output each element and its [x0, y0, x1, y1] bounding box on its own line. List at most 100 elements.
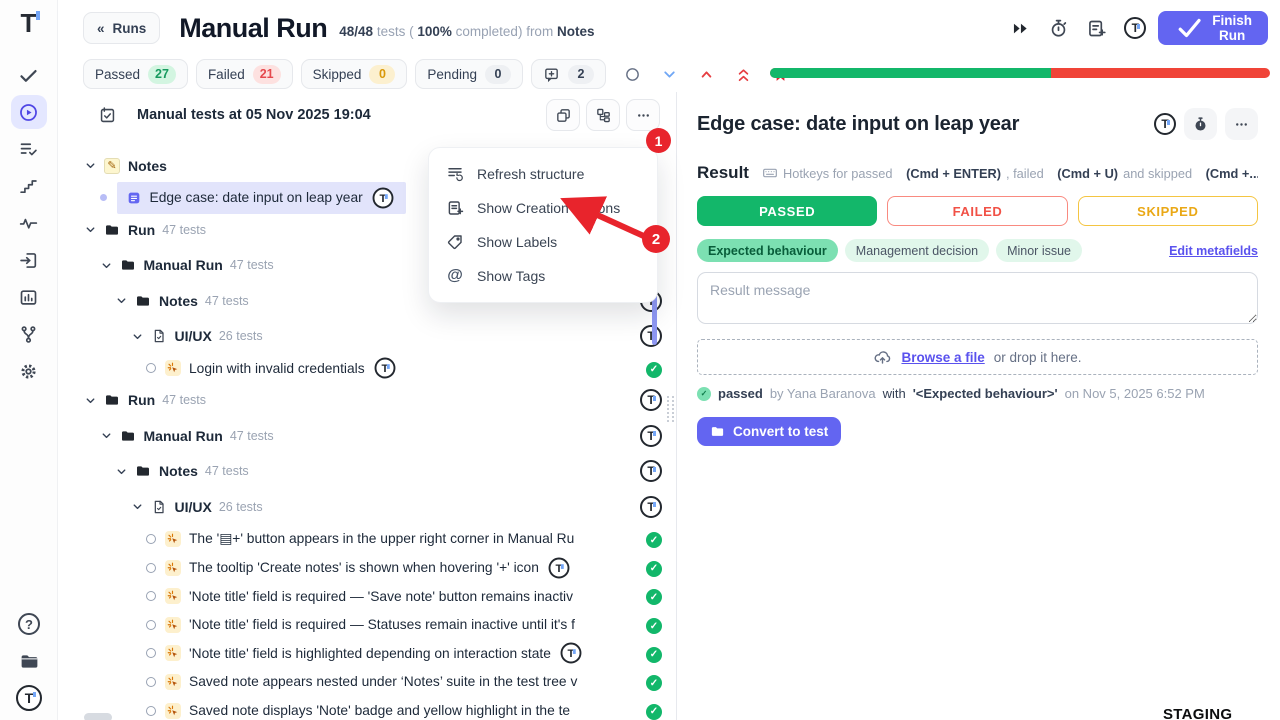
- tree-horizontal-scrollbar[interactable]: [84, 713, 112, 720]
- status-ring-icon[interactable]: [146, 591, 156, 601]
- hotkeys-hint: Hotkeys for passed (Cmd + ENTER) , faile…: [762, 165, 1258, 181]
- sidebar-item-profile-tlogo[interactable]: T: [11, 681, 47, 715]
- assignee-tlogo-icon[interactable]: T: [640, 325, 662, 347]
- sidebar-item-report[interactable]: [11, 280, 47, 314]
- mark-skipped-button[interactable]: SKIPPED: [1078, 196, 1258, 226]
- status-ring-icon[interactable]: [146, 620, 156, 630]
- test-title: Edge case: date input on leap year: [697, 113, 1019, 136]
- folder-icon: [104, 392, 120, 408]
- status-ring-icon[interactable]: [146, 363, 156, 373]
- circle-o-icon[interactable]: [624, 66, 641, 83]
- mark-failed-button[interactable]: FAILED: [887, 196, 1067, 226]
- sidebar-item-import[interactable]: [11, 243, 47, 277]
- tree-item-label: UI/UX: [175, 499, 212, 515]
- dbl-chev-up-red-icon[interactable]: [735, 66, 752, 83]
- tree-item-label: UI/UX: [175, 328, 212, 344]
- assignee-tlogo-icon[interactable]: T: [640, 460, 662, 482]
- ai-icon: [165, 588, 181, 604]
- sidebar-item-plans-list-check[interactable]: [11, 132, 47, 166]
- ai-icon: [165, 531, 181, 547]
- sidebar-item-runs-play[interactable]: [11, 95, 47, 129]
- tree-tool-dots-button[interactable]: [626, 99, 660, 131]
- metafield-chip[interactable]: Minor issue: [996, 239, 1082, 262]
- menu-item-refresh-structure[interactable]: Refresh structure: [429, 157, 657, 191]
- chev-up-red-icon[interactable]: [698, 66, 715, 83]
- folder-icon: [120, 428, 136, 444]
- assignee-tlogo-icon[interactable]: T: [372, 187, 393, 208]
- more-options-button[interactable]: [1225, 108, 1258, 140]
- assignee-tlogo-icon[interactable]: T: [640, 496, 662, 518]
- ai-icon: [165, 674, 181, 690]
- assignee-tlogo-icon[interactable]: T: [374, 358, 395, 379]
- status-ring-icon[interactable]: [146, 706, 156, 716]
- assignee-tlogo-icon[interactable]: T: [640, 425, 662, 447]
- back-to-runs-button[interactable]: « Runs: [83, 12, 160, 44]
- tree-test-row[interactable]: Login with invalid credentialsT✓: [58, 354, 676, 383]
- tree-item-label: Saved note appears nested under ‘Notes’ …: [189, 674, 577, 689]
- stopwatch-icon[interactable]: [1048, 18, 1069, 39]
- convert-to-test-button[interactable]: Convert to test: [697, 417, 841, 446]
- status-ring-icon[interactable]: [146, 677, 156, 687]
- tree-suite-row[interactable]: Notes47 testsT: [58, 454, 676, 490]
- sidebar-item-help[interactable]: ?: [11, 607, 47, 641]
- assignee-tlogo-icon[interactable]: T: [640, 389, 662, 411]
- staging-server-banner: STAGING SERVER: [1163, 706, 1280, 720]
- tree-item-label: Notes: [159, 463, 198, 479]
- folder-icon: [104, 222, 120, 238]
- status-ring-icon[interactable]: [146, 648, 156, 658]
- chev-down-blue-icon[interactable]: [661, 66, 678, 83]
- tree-tool-copy-button[interactable]: [546, 99, 580, 131]
- selected-row-highlight[interactable]: Edge case: date input on leap yearT: [117, 182, 406, 214]
- tree-suite-row[interactable]: UI/UX26 testsT: [58, 319, 676, 355]
- run-avatar-tlogo[interactable]: T: [1124, 17, 1146, 39]
- assignee-tlogo-icon[interactable]: T: [560, 643, 581, 664]
- tree-test-row[interactable]: 'Note title' field is required — 'Save n…: [58, 582, 676, 611]
- status-ring-icon[interactable]: [146, 563, 156, 573]
- test-avatar-tlogo[interactable]: T: [1154, 113, 1176, 135]
- tree-suite-row[interactable]: Manual Run47 testsT: [58, 418, 676, 454]
- filter-pending-button[interactable]: Pending 0: [415, 59, 523, 89]
- testomat-logo[interactable]: T: [21, 10, 37, 36]
- status-ring-icon[interactable]: [146, 534, 156, 544]
- tree-test-row[interactable]: Saved note appears nested under ‘Notes’ …: [58, 668, 676, 697]
- filter-count: 0: [485, 65, 511, 84]
- sidebar-item-tests-check[interactable]: [11, 58, 47, 92]
- refresh-structure-icon: [446, 165, 464, 183]
- tree-suite-row[interactable]: UI/UX26 testsT: [58, 489, 676, 525]
- tree-test-row[interactable]: 'Note title' field is required — Statuse…: [58, 610, 676, 639]
- metafield-chip[interactable]: Expected behaviour: [697, 239, 838, 262]
- tree-test-row[interactable]: 'Note title' field is highlighted depend…: [58, 639, 676, 668]
- sidebar-item-pulse[interactable]: [11, 206, 47, 240]
- metafield-chip[interactable]: Management decision: [845, 239, 989, 262]
- tree-tool-tree-struct-button[interactable]: [586, 99, 620, 131]
- timer-button[interactable]: [1184, 108, 1217, 140]
- panel-resize-handle[interactable]: [667, 396, 674, 422]
- ai-icon: [165, 703, 181, 719]
- sidebar-item-steps[interactable]: [11, 169, 47, 203]
- note-add-icon[interactable]: [1086, 18, 1107, 39]
- fast-forward-icon[interactable]: [1010, 18, 1031, 39]
- tree-item-label: Saved note displays 'Note' badge and yel…: [189, 703, 570, 718]
- result-message-input[interactable]: [697, 272, 1258, 324]
- tree-test-row[interactable]: Saved note displays 'Note' badge and yel…: [58, 696, 676, 720]
- filter-count: 27: [148, 65, 176, 84]
- file-dropzone[interactable]: Browse a file or drop it here.: [697, 339, 1258, 375]
- browse-file-link[interactable]: Browse a file: [901, 350, 984, 365]
- finish-run-button[interactable]: Finish Run: [1158, 11, 1268, 45]
- menu-item-show-tags[interactable]: @ Show Tags: [429, 259, 657, 293]
- comments-filter-button[interactable]: 2: [531, 59, 606, 89]
- edit-metafields-link[interactable]: Edit metafields: [1169, 244, 1258, 258]
- filter-skipped-button[interactable]: Skipped 0: [301, 59, 408, 89]
- tree-test-row[interactable]: The tooltip 'Create notes' is shown when…: [58, 553, 676, 582]
- sidebar-item-branch[interactable]: [11, 317, 47, 351]
- filter-failed-button[interactable]: Failed 21: [196, 59, 293, 89]
- tree-test-row[interactable]: The '▤+' button appears in the upper rig…: [58, 525, 676, 554]
- sidebar-item-projects-folder[interactable]: [11, 644, 47, 678]
- mark-passed-button[interactable]: PASSED: [697, 196, 877, 226]
- tree-item-label: The '▤+' button appears in the upper rig…: [189, 531, 574, 547]
- filter-label: Skipped: [313, 67, 362, 82]
- sidebar-item-gear[interactable]: [11, 354, 47, 388]
- filter-passed-button[interactable]: Passed 27: [83, 59, 188, 89]
- assignee-tlogo-icon[interactable]: T: [548, 557, 569, 578]
- tree-suite-row[interactable]: Run47 testsT: [58, 383, 676, 419]
